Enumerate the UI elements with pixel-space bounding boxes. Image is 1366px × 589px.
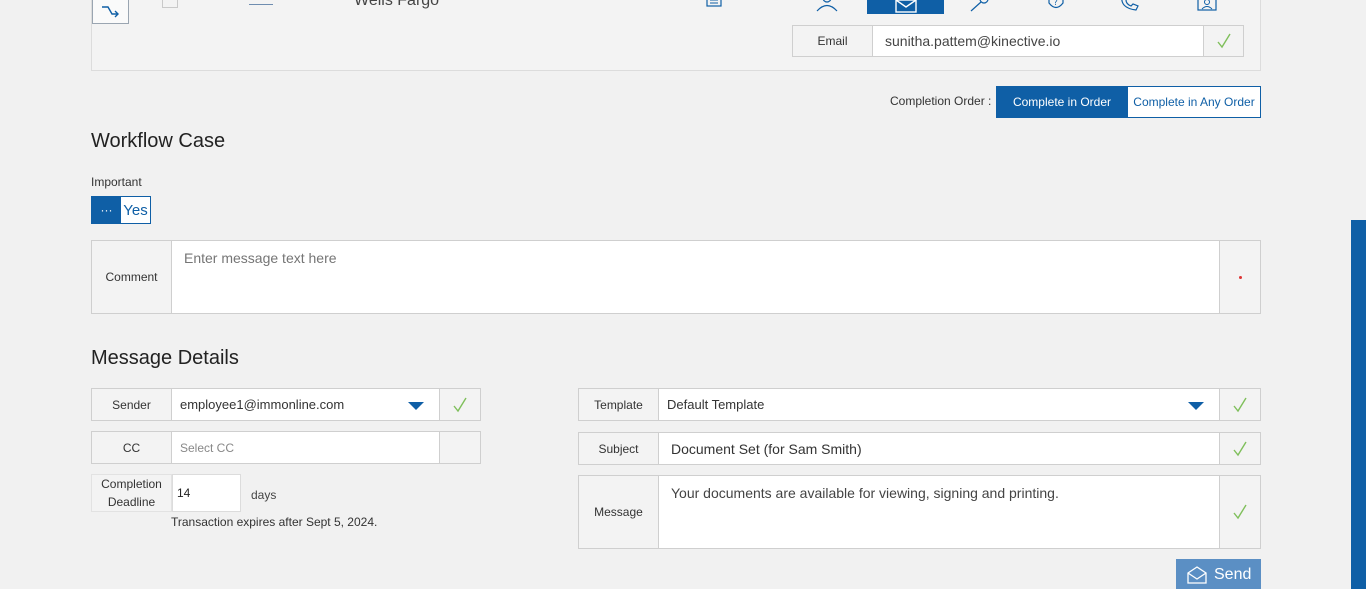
check-icon: [453, 397, 467, 412]
key-icon[interactable]: [964, 0, 994, 12]
template-confirm: [1219, 389, 1260, 420]
subject-input[interactable]: Document Set (for Sam Smith): [659, 433, 1219, 464]
complete-in-order-button[interactable]: Complete in Order: [996, 86, 1128, 118]
template-row: Template Default Template: [578, 388, 1261, 421]
sender-label: Sender: [92, 389, 172, 420]
email-field[interactable]: sunitha.pattem@kinective.io: [873, 25, 1203, 57]
document-icon: [162, 0, 178, 8]
comment-input[interactable]: [172, 241, 1219, 313]
subject-confirm: [1219, 433, 1260, 464]
days-label: days: [251, 488, 277, 502]
message-details-title: Message Details: [91, 347, 239, 369]
important-label: Important: [91, 175, 142, 189]
comment-label: Comment: [92, 241, 172, 313]
sender-row: Sender employee1@immonline.com: [91, 388, 481, 421]
recipient-card: Wells Fargo ? Email sunitha.pattem@kinec…: [91, 0, 1261, 71]
important-toggle-value: Yes: [123, 201, 148, 219]
check-icon: [1216, 33, 1231, 49]
sender-confirm: [439, 389, 480, 420]
completion-order-label: Completion Order :: [890, 94, 992, 108]
template-label: Template: [579, 389, 659, 420]
printer-icon[interactable]: [699, 0, 729, 12]
id-card-icon[interactable]: [1192, 0, 1222, 12]
subject-row: Subject Document Set (for Sam Smith): [578, 432, 1261, 465]
comment-required-indicator: [1219, 241, 1260, 313]
check-icon: [1233, 397, 1247, 412]
email-row: Email sunitha.pattem@kinective.io: [792, 25, 1244, 57]
divider: [249, 4, 273, 5]
person-icon[interactable]: [812, 0, 842, 12]
mail-icon: [894, 0, 917, 13]
message-confirm: [1219, 476, 1260, 548]
important-toggle[interactable]: ··· Yes: [91, 196, 151, 224]
chevron-down-icon: [1188, 402, 1204, 410]
completion-deadline-input[interactable]: 14: [172, 474, 241, 512]
cc-row: CC Select CC: [91, 431, 481, 464]
template-value: Default Template: [667, 397, 765, 412]
mail-tab[interactable]: [867, 0, 944, 14]
send-label: Send: [1214, 566, 1252, 583]
email-confirm: [1203, 25, 1244, 57]
template-select[interactable]: Default Template: [659, 389, 1219, 420]
cc-side: [439, 432, 480, 463]
check-icon: [1233, 504, 1247, 520]
sender-value: employee1@immonline.com: [180, 397, 345, 412]
message-input[interactable]: Your documents are available for viewing…: [659, 476, 1219, 548]
toggle-knob: ···: [92, 197, 121, 223]
sender-select[interactable]: employee1@immonline.com: [172, 389, 439, 420]
cc-label: CC: [92, 432, 172, 463]
svg-text:?: ?: [1054, 0, 1058, 7]
cc-select[interactable]: Select CC: [172, 432, 439, 463]
expiry-note: Transaction expires after Sept 5, 2024.: [171, 515, 378, 529]
cc-placeholder: Select CC: [180, 440, 235, 455]
phone-icon[interactable]: [1114, 0, 1144, 12]
check-icon: [1233, 441, 1247, 456]
workflow-case-title: Workflow Case: [91, 130, 226, 152]
subject-label: Subject: [579, 433, 659, 464]
email-label: Email: [792, 25, 873, 57]
chevron-down-icon: [408, 402, 424, 410]
shield-question-icon[interactable]: ?: [1041, 0, 1071, 12]
send-button[interactable]: Send: [1176, 559, 1261, 589]
message-label: Message: [579, 476, 659, 548]
completion-order-toggle: Complete in Order Complete in Any Order: [996, 86, 1261, 118]
comment-row: Comment: [91, 240, 1261, 314]
institution-name: Wells Fargo: [354, 0, 440, 9]
exit-button[interactable]: [92, 0, 129, 24]
scrollbar[interactable]: [1351, 220, 1366, 589]
exit-icon: [101, 5, 119, 17]
complete-in-any-order-button[interactable]: Complete in Any Order: [1128, 86, 1261, 118]
send-mail-icon: [1187, 566, 1207, 584]
message-row: Message Your documents are available for…: [578, 475, 1261, 549]
completion-deadline-label: Completion Deadline: [91, 474, 172, 512]
